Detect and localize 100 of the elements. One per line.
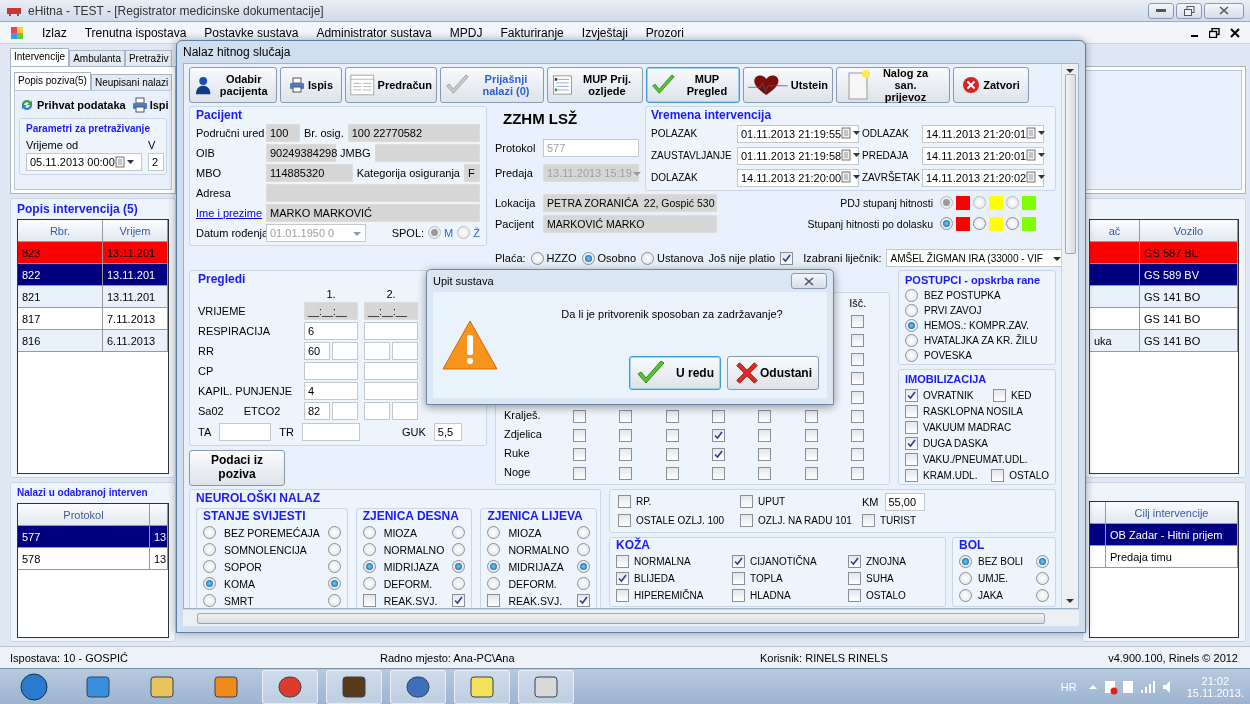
checkbox[interactable] <box>577 594 591 607</box>
toolbar-button[interactable]: Utstein <box>743 67 833 103</box>
calendar-dropdown-icon[interactable] <box>1026 170 1047 183</box>
menu-item[interactable]: Trenutna ispostava <box>84 25 187 40</box>
toolbar-button[interactable]: Ispi <box>131 97 169 113</box>
close-button[interactable] <box>1204 2 1244 19</box>
text-field[interactable] <box>219 422 272 441</box>
toolbar-button[interactable]: MUP Pregled <box>646 67 740 103</box>
radio-button[interactable] <box>487 526 501 539</box>
calendar-dropdown-icon[interactable] <box>1026 126 1047 139</box>
checkbox[interactable] <box>572 447 586 461</box>
checkbox[interactable] <box>905 421 918 434</box>
calendar-dropdown-icon[interactable] <box>841 170 862 183</box>
radio-button[interactable] <box>452 560 466 573</box>
date-time-field[interactable]: 01.11.2013 21:19:55 <box>737 124 859 143</box>
minimize-button[interactable] <box>1148 2 1174 19</box>
text-field[interactable]: 55,00 <box>884 492 925 511</box>
menu-item[interactable]: Postavke sustava <box>204 25 299 40</box>
doctor-dropdown[interactable]: AMŠEL ŽIGMAN IRA (33000 - VIF <box>886 249 1061 267</box>
menu-item[interactable]: Administrator sustava <box>316 25 432 40</box>
checkbox[interactable] <box>665 409 679 423</box>
radio-button[interactable] <box>362 526 376 539</box>
call-data-button[interactable]: Podaci iz poziva <box>189 450 285 486</box>
checkbox[interactable] <box>848 589 861 602</box>
radio-button[interactable] <box>577 560 591 573</box>
radio-button[interactable] <box>327 526 341 539</box>
column-header[interactable]: Cilj intervencije <box>1106 502 1238 524</box>
checkbox[interactable] <box>804 409 818 423</box>
checkbox[interactable] <box>619 428 633 442</box>
text-field[interactable] <box>364 362 418 380</box>
checkbox[interactable] <box>851 447 865 461</box>
text-field[interactable]: 100 <box>266 123 300 142</box>
date-time-field[interactable]: 14.11.2013 21:20:02 <box>922 168 1044 187</box>
table-row[interactable]: GS 589 BV <box>1090 264 1238 286</box>
radio-button[interactable] <box>1036 555 1049 568</box>
menu-item[interactable]: Izlaz <box>42 25 67 40</box>
vertical-scrollbar[interactable] <box>1061 64 1078 608</box>
checkbox[interactable] <box>732 589 745 602</box>
text-field[interactable]: 82 <box>304 402 330 420</box>
radio-button[interactable] <box>940 217 953 230</box>
menu-item[interactable]: Prozori <box>645 25 684 40</box>
toolbar-button[interactable]: Predračun <box>345 67 437 103</box>
radio-button[interactable] <box>905 288 918 302</box>
tab[interactable]: Pretraživ <box>124 50 173 66</box>
table-row[interactable]: GS 141 BO <box>1090 308 1238 330</box>
checkbox[interactable] <box>851 371 865 385</box>
column-header[interactable] <box>150 504 168 526</box>
column-header[interactable]: ač <box>1090 220 1140 242</box>
close-icon[interactable] <box>1230 27 1240 38</box>
checkbox[interactable] <box>758 466 772 480</box>
calendar-dropdown-icon[interactable] <box>841 148 862 161</box>
radio-button[interactable] <box>905 318 918 332</box>
radio-button[interactable] <box>362 560 376 573</box>
text-field[interactable]: MARKO MARKOVIĆ <box>266 203 480 222</box>
radio-button[interactable] <box>905 333 918 347</box>
toolbar-button[interactable]: Odabir pacijenta <box>189 67 277 103</box>
text-field[interactable]: 90249384298 <box>266 143 336 162</box>
text-field[interactable]: 5,5 <box>433 422 462 441</box>
date-field[interactable]: 2 <box>148 153 164 171</box>
text-field[interactable]: F <box>464 163 480 182</box>
checkbox[interactable] <box>851 352 865 366</box>
checkbox[interactable] <box>665 466 679 480</box>
table-row[interactable]: 823 13.11.201 <box>18 242 168 264</box>
scrollbar-thumb[interactable] <box>197 612 1045 624</box>
checkbox[interactable] <box>851 314 865 328</box>
checkbox[interactable] <box>616 589 629 602</box>
time-field[interactable]: __:__:__ <box>364 302 418 320</box>
horizontal-scrollbar[interactable] <box>183 609 1079 626</box>
radio-button[interactable] <box>959 572 972 585</box>
checkbox[interactable] <box>905 405 918 418</box>
table-row[interactable]: 577 13 <box>18 526 168 548</box>
checkbox[interactable] <box>572 428 586 442</box>
radio-button[interactable] <box>1036 589 1049 602</box>
text-field[interactable] <box>301 422 360 441</box>
radio-button[interactable] <box>530 251 544 265</box>
checkbox[interactable] <box>712 466 725 480</box>
calendar-dropdown-icon[interactable] <box>1026 148 1047 161</box>
text-field[interactable] <box>266 183 480 202</box>
table-row[interactable]: 821 13.11.201 <box>18 286 168 308</box>
radio-button[interactable] <box>973 217 986 230</box>
checkbox[interactable] <box>362 594 376 607</box>
text-field[interactable]: 114885320 <box>266 163 353 182</box>
link[interactable]: Ime i prezime <box>196 206 263 219</box>
radio-button[interactable] <box>577 577 591 590</box>
radio-button[interactable] <box>959 555 972 568</box>
radio-button[interactable] <box>452 577 466 590</box>
checkbox[interactable] <box>848 572 861 585</box>
close-button[interactable] <box>791 273 827 289</box>
checkbox[interactable] <box>712 409 725 423</box>
text-field[interactable]: 4 <box>304 382 358 400</box>
text-field[interactable]: PETRA ZORANIĆA 22, Gospić 530 <box>543 193 717 212</box>
checkbox[interactable] <box>452 594 466 607</box>
restore-icon[interactable] <box>1209 27 1220 38</box>
text-field[interactable] <box>304 362 358 380</box>
column-header[interactable]: Rbr. <box>18 220 103 242</box>
table-row[interactable]: GS 141 BO <box>1090 286 1238 308</box>
column-header[interactable]: Vrijem <box>103 220 168 242</box>
tab[interactable]: Intervencije <box>10 48 70 66</box>
radio-button[interactable] <box>203 594 216 607</box>
column-header[interactable]: Vozilo <box>1140 220 1238 242</box>
